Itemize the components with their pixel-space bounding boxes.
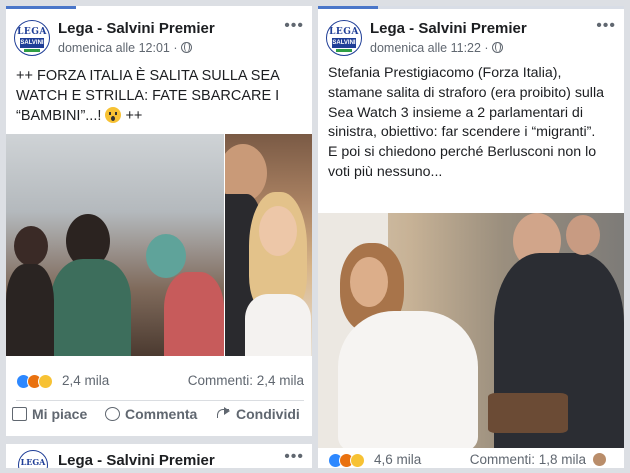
post-text-line: Stefania Prestigiacomo (Forza Italia), s… [328, 65, 604, 141]
photo-figure [566, 215, 600, 255]
comments-count-link[interactable]: Commenti: 1,8 mila [470, 452, 586, 467]
reaction-icons [16, 374, 60, 390]
like-button[interactable]: Mi piace [12, 406, 87, 422]
haha-reaction-icon [350, 453, 365, 468]
comment-button[interactable]: Commenta [105, 406, 197, 422]
feed-separator [6, 436, 312, 444]
post-text-main: ++ FORZA ITALIA È SALITA SULLA SEA WATCH… [16, 68, 280, 124]
top-progress-bar [6, 6, 76, 9]
like-label: Mi piace [32, 406, 88, 422]
more-options-icon[interactable]: ••• [596, 17, 616, 35]
haha-reaction-icon [38, 374, 53, 389]
post-photo-migrants[interactable] [6, 134, 224, 356]
share-button[interactable]: Condividi [216, 406, 300, 422]
avatar-logo-stripe [336, 49, 352, 52]
reaction-icons [328, 453, 372, 468]
reaction-count: 2,4 mila [62, 373, 110, 388]
viewer-avatar[interactable] [593, 453, 606, 466]
page-name-link[interactable]: Lega - Salvini Premier [58, 20, 215, 37]
more-options-icon[interactable]: ••• [284, 448, 304, 466]
post-text-tail: ++ [125, 108, 143, 124]
page-name-link[interactable]: Lega - Salvini Premier [370, 20, 527, 37]
actions-divider [16, 400, 304, 401]
comment-label: Commenta [125, 406, 198, 422]
next-post-page-name[interactable]: Lega - Salvini Premier [58, 452, 215, 468]
next-post-avatar[interactable]: LEGA [18, 450, 48, 468]
photo-figure [350, 257, 388, 307]
thumbs-up-icon [12, 407, 27, 421]
photo-figure [6, 264, 54, 356]
screenshot-collage: LEGA SALVINI Lega - Salvini Premier dome… [0, 0, 630, 473]
post-card-right: LEGA SALVINI Lega - Salvini Premier dome… [318, 6, 624, 468]
photo-figure [245, 294, 311, 356]
post-timestamp[interactable]: domenica alle 11:22 · [370, 41, 503, 55]
reaction-summary[interactable]: 2,4 mila Commenti: 2,4 mila [16, 373, 304, 391]
globe-icon [180, 42, 192, 53]
avatar-logo-stripe [24, 49, 40, 52]
page-avatar[interactable]: LEGA SALVINI [326, 20, 362, 56]
top-progress-track [318, 6, 624, 9]
post-text-line: E poi si chiedono perché Berlusconi non … [328, 144, 597, 180]
page-avatar[interactable]: LEGA SALVINI [14, 20, 50, 56]
post-header: LEGA SALVINI Lega - Salvini Premier dome… [326, 17, 616, 62]
top-progress-bar [318, 6, 378, 9]
globe-icon [491, 42, 503, 53]
avatar-logo-text: LEGA [329, 27, 359, 37]
comment-bubble-icon [105, 407, 120, 421]
photo-figure [259, 206, 297, 256]
reaction-summary[interactable]: 4,6 mila Commenti: 1,8 mila [328, 452, 616, 468]
share-arrow-icon [216, 407, 231, 421]
scream-emoji-icon [105, 107, 122, 123]
more-options-icon[interactable]: ••• [284, 17, 304, 35]
photo-figure [14, 226, 48, 266]
post-card-left: LEGA SALVINI Lega - Salvini Premier dome… [6, 6, 312, 468]
post-photo-politicians[interactable] [225, 134, 312, 356]
reaction-count: 4,6 mila [374, 452, 422, 467]
post-actions: Mi piace Commenta Condividi [6, 406, 312, 428]
post-text: Stefania Prestigiacomo (Forza Italia), s… [328, 64, 616, 183]
photo-figure [164, 272, 224, 356]
photo-figure [488, 393, 568, 433]
avatar-logo-text: LEGA [17, 27, 47, 37]
post-header: LEGA SALVINI Lega - Salvini Premier dome… [14, 17, 304, 62]
photo-figure [146, 234, 186, 278]
photo-figure [338, 311, 478, 448]
photo-figure [51, 259, 131, 356]
comments-count-link[interactable]: Commenti: 2,4 mila [188, 373, 304, 388]
post-text: ++ FORZA ITALIA È SALITA SULLA SEA WATCH… [16, 66, 304, 126]
post-timestamp[interactable]: domenica alle 12:01 · [58, 41, 192, 55]
timestamp-text: domenica alle 12:01 · [58, 41, 178, 55]
next-post-header: LEGA Lega - Salvini Premier ••• [14, 448, 304, 468]
avatar-logo-band: SALVINI [332, 38, 356, 48]
avatar-logo-band: SALVINI [20, 38, 44, 48]
share-label: Condividi [236, 406, 300, 422]
post-photo-prestigiacomo-berlusconi[interactable] [318, 213, 624, 448]
timestamp-text: domenica alle 11:22 · [370, 41, 489, 55]
